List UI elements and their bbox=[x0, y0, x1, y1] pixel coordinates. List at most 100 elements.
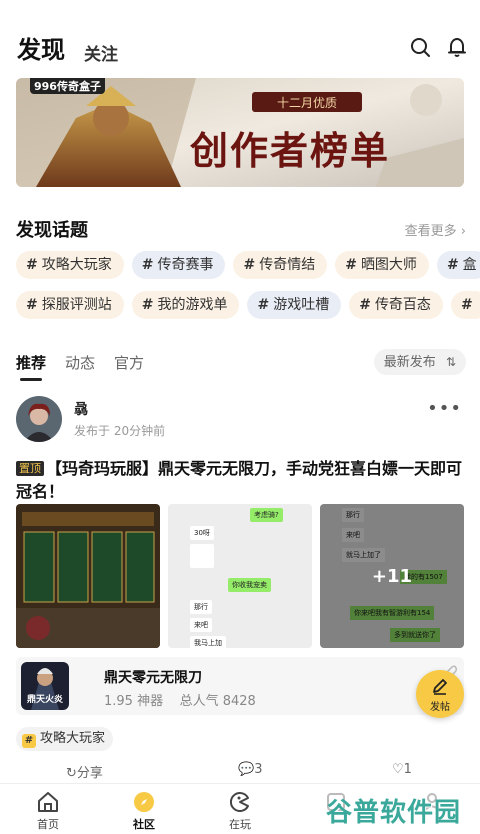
topic-chip[interactable]: # 传奇百态 bbox=[349, 291, 443, 319]
tab-recommend[interactable]: 推荐 bbox=[16, 352, 46, 373]
chip-label: 游戏吐槽 bbox=[273, 297, 330, 313]
topic-chip[interactable]: # 传奇情结 bbox=[233, 251, 328, 279]
feed-tabs: 推荐 动态 官方 最新发布 ⇅ bbox=[16, 349, 466, 384]
see-more-link[interactable]: 查看更多 › bbox=[405, 220, 466, 239]
chip-label: 我的游戏单 bbox=[157, 297, 228, 313]
see-more-label: 查看更多 bbox=[404, 224, 457, 239]
hash-icon: # bbox=[26, 297, 38, 313]
game-icon: 鼎天火炎 bbox=[21, 662, 69, 710]
hash-icon: # bbox=[26, 257, 38, 273]
post-title[interactable]: 置顶 【玛奇玛玩服】鼎天零元无限刀，手动党狂喜白嫖一天即可冠名！ bbox=[16, 457, 466, 503]
comment-count: 3 bbox=[254, 762, 263, 777]
chat-bubble-right: 你收我宠卖 bbox=[228, 578, 271, 592]
hash-icon: # bbox=[345, 257, 357, 273]
tab-official[interactable]: 官方 bbox=[114, 352, 144, 373]
topic-chip[interactable]: # 传奇赛事 bbox=[131, 251, 226, 279]
heart-icon: ♡ bbox=[392, 762, 404, 777]
create-post-button[interactable]: 发帖 bbox=[416, 670, 464, 718]
bell-icon[interactable] bbox=[446, 36, 468, 58]
chat-bubble-left: 我马上加 bbox=[190, 636, 226, 648]
share-icon: ↻ bbox=[66, 766, 77, 781]
comment-button[interactable]: 💬3 bbox=[238, 762, 262, 777]
like-count: 1 bbox=[403, 762, 412, 777]
comment-icon: 💬 bbox=[238, 762, 255, 777]
banner-logo: 996传奇盒子 bbox=[30, 78, 105, 94]
hash-icon: # bbox=[141, 297, 154, 313]
chip-label: 盒 bbox=[462, 257, 477, 273]
avatar[interactable] bbox=[16, 396, 62, 442]
share-button[interactable]: ↻分享 bbox=[66, 762, 103, 781]
pacman-icon bbox=[229, 792, 249, 812]
tab-home[interactable]: 首页 bbox=[0, 784, 96, 834]
compass-icon bbox=[134, 792, 154, 812]
chat-bubble-right: 考虑骑? bbox=[250, 508, 283, 522]
topic-chip[interactable]: # 我的游戏单 bbox=[131, 291, 240, 319]
post-image-3[interactable]: 那行 来吧 就马上加了 我的有1507 你来吧我有智游利有154 多到就送你了 … bbox=[320, 504, 464, 648]
topic-chip[interactable]: # 盒 bbox=[436, 251, 480, 279]
topic-chip[interactable]: # 探服评测站 bbox=[16, 291, 124, 319]
chip-label: 晒图大师 bbox=[360, 257, 417, 273]
pinned-badge: 置顶 bbox=[16, 461, 44, 476]
chip-label: 传奇情结 bbox=[259, 257, 316, 273]
like-button[interactable]: ♡1 bbox=[392, 762, 412, 777]
game-icon-text: 鼎天火炎 bbox=[26, 695, 63, 705]
chip-label: 攻略大玩家 bbox=[41, 257, 112, 273]
post-time: 发布于 20分钟前 bbox=[74, 424, 166, 438]
sort-icon: ⇅ bbox=[445, 355, 456, 369]
tab-activity[interactable]: 动态 bbox=[65, 352, 95, 373]
banner-subtitle: 十二月优质 bbox=[276, 96, 337, 110]
topics-title: 发现话题 bbox=[16, 220, 88, 241]
tab-playing[interactable]: 在玩 bbox=[192, 784, 288, 834]
chat-bubble-left: 来吧 bbox=[190, 618, 212, 632]
topic-tag-label: 攻略大玩家 bbox=[40, 731, 106, 746]
promo-banner[interactable]: 996传奇盒子 十二月优质 创作者榜单 bbox=[16, 78, 464, 187]
tab-community-label: 社区 bbox=[133, 818, 155, 831]
topic-row-2: # 探服评测站 # 我的游戏单 # 游戏吐槽 # 传奇百态 # bbox=[16, 291, 480, 321]
active-tab-indicator bbox=[20, 378, 42, 381]
post-title-text: 【玛奇玛玩服】鼎天零元无限刀，手动党狂喜白嫖一天即可冠名！ bbox=[16, 459, 463, 501]
sort-button[interactable]: 最新发布 ⇅ bbox=[373, 349, 466, 375]
search-icon[interactable] bbox=[409, 36, 431, 58]
hash-icon: # bbox=[359, 297, 371, 313]
banner-title: 创作者榜单 bbox=[190, 128, 391, 173]
chat-sticker bbox=[190, 544, 214, 568]
topic-chip[interactable]: # bbox=[450, 291, 480, 319]
hash-icon: # bbox=[446, 257, 459, 273]
header: 发现 关注 bbox=[0, 0, 480, 78]
game-name: 鼎天零元无限刀 bbox=[104, 670, 202, 686]
create-post-label: 发帖 bbox=[430, 702, 450, 713]
topic-chip[interactable]: # 游戏吐槽 bbox=[247, 291, 342, 319]
pencil-icon bbox=[433, 679, 447, 695]
author-name[interactable]: 骉 bbox=[74, 399, 88, 419]
watermark-text: 谷普软件园 bbox=[326, 798, 462, 828]
tab-home-label: 首页 bbox=[37, 818, 59, 831]
chip-label: 传奇百态 bbox=[374, 297, 431, 313]
tab-community[interactable]: 社区 bbox=[96, 784, 192, 834]
topic-chip[interactable]: # 晒图大师 bbox=[335, 251, 429, 279]
chat-bubble-left: 30呀 bbox=[190, 526, 214, 540]
hash-icon: # bbox=[460, 297, 473, 313]
post-image-2[interactable]: 考虑骑? 30呀 你收我宠卖 那行 来吧 我马上加 bbox=[168, 504, 312, 648]
hash-icon: # bbox=[243, 257, 256, 273]
post-image-1[interactable] bbox=[16, 504, 160, 648]
home-icon bbox=[38, 792, 58, 812]
avatar-image bbox=[16, 396, 62, 442]
game-screenshot bbox=[16, 504, 160, 648]
game-card[interactable]: 鼎天火炎 鼎天零元无限刀 1.95 神器 总人气 8428 bbox=[16, 657, 464, 715]
watermark: 谷普软件园 bbox=[324, 790, 474, 828]
share-label: 分享 bbox=[76, 766, 103, 781]
chip-label: 传奇赛事 bbox=[157, 257, 214, 273]
more-images-overlay[interactable]: +11 bbox=[320, 504, 464, 648]
hash-icon: # bbox=[22, 734, 36, 748]
tab-follow[interactable]: 关注 bbox=[84, 40, 118, 65]
chat-bubble-left: 那行 bbox=[190, 600, 212, 614]
game-meta: 1.95 神器 总人气 8428 bbox=[104, 694, 256, 709]
hash-icon: # bbox=[141, 257, 154, 273]
post-topic-tag[interactable]: # 攻略大玩家 bbox=[16, 727, 114, 751]
topic-chip[interactable]: # 攻略大玩家 bbox=[16, 251, 124, 279]
more-options-icon[interactable]: ••• bbox=[427, 398, 462, 419]
topic-row-1: # 攻略大玩家 # 传奇赛事 # 传奇情结 # 晒图大师 # 盒 bbox=[16, 251, 480, 281]
tab-playing-label: 在玩 bbox=[229, 818, 251, 831]
hash-icon: # bbox=[257, 297, 270, 313]
tab-discover[interactable]: 发现 bbox=[17, 30, 65, 65]
